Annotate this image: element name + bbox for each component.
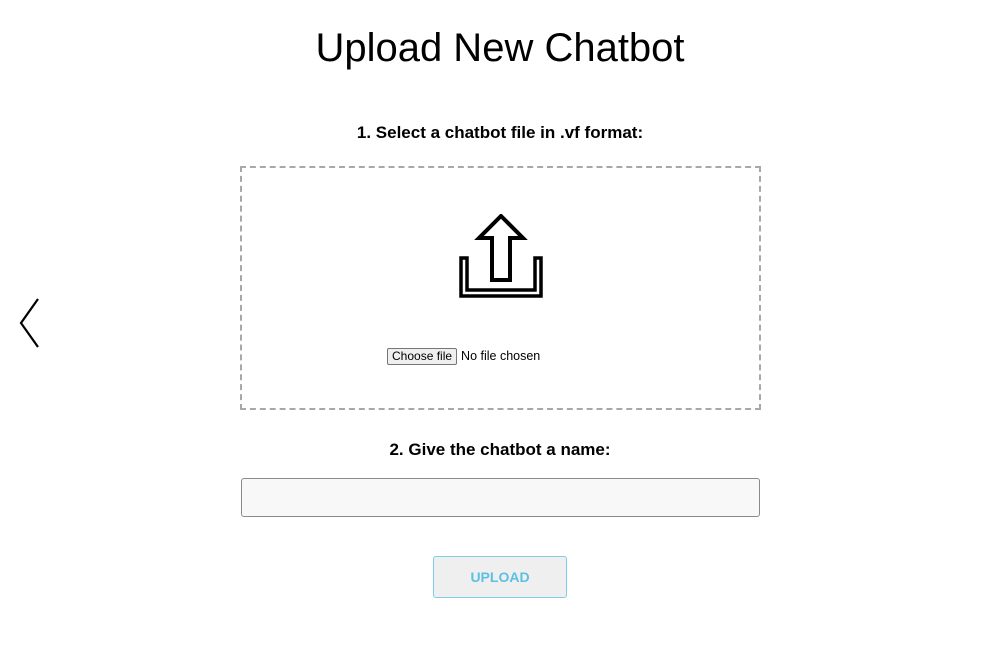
upload-icon xyxy=(459,214,543,298)
chatbot-name-input[interactable] xyxy=(241,478,760,517)
upload-button[interactable]: UPLOAD xyxy=(433,556,567,598)
chevron-left-icon xyxy=(19,298,39,348)
file-status-text: No file chosen xyxy=(461,349,541,363)
step-1-label: 1. Select a chatbot file in .vf format: xyxy=(356,123,644,142)
page-title: Upload New Chatbot xyxy=(315,26,685,70)
back-button[interactable] xyxy=(16,296,46,352)
step-2-label: 2. Give the chatbot a name: xyxy=(389,440,611,459)
file-drop-zone[interactable]: Choose file No file chosen xyxy=(240,166,761,410)
file-input[interactable]: Choose file No file chosen xyxy=(387,347,540,365)
choose-file-button[interactable]: Choose file xyxy=(387,347,458,365)
upload-chatbot-page: Upload New Chatbot 1. Select a chatbot f… xyxy=(0,0,1000,646)
